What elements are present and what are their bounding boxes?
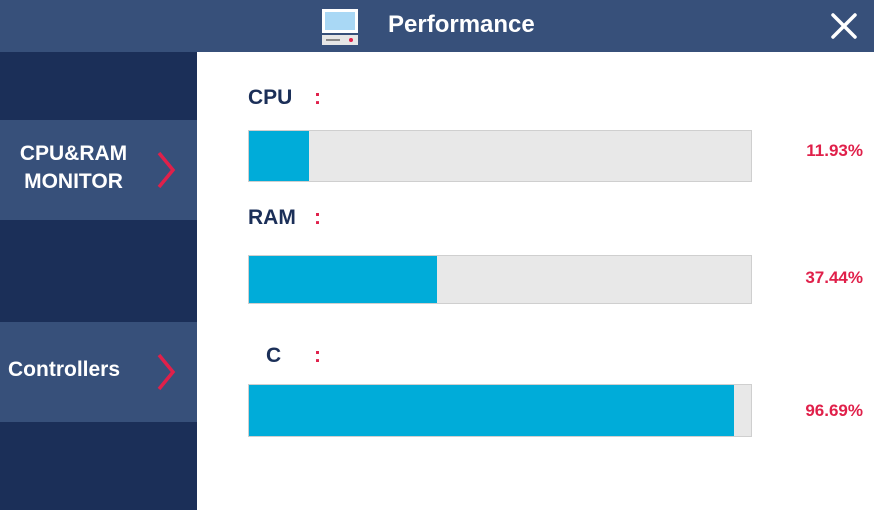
- cpu-progress-bar: [248, 130, 752, 182]
- computer-icon: [322, 9, 358, 45]
- close-icon[interactable]: [828, 10, 860, 42]
- cpu-label: CPU: [248, 86, 293, 109]
- ram-progress-bar: [248, 255, 752, 304]
- drive-c-colon: :: [314, 344, 321, 367]
- drive-c-percent: 96.69%: [805, 401, 863, 420]
- drive-c-label: C: [266, 344, 282, 367]
- sidebar-item-label-line2: MONITOR: [24, 170, 123, 193]
- chevron-right-icon: [157, 353, 176, 391]
- sidebar-item-cpu-ram-monitor[interactable]: CPU&RAM MONITOR: [0, 120, 197, 220]
- ram-label: RAM: [248, 206, 296, 229]
- sidebar-item-label-line1: CPU&RAM: [19, 142, 128, 165]
- title-bar: Performance: [0, 0, 874, 52]
- sidebar-item-controllers[interactable]: Controllers: [0, 322, 197, 422]
- cpu-percent: 11.93%: [806, 141, 863, 160]
- chevron-right-icon: [157, 151, 176, 189]
- cpu-colon: :: [314, 86, 321, 109]
- ram-progress-fill: [249, 256, 437, 303]
- sidebar: CPU&RAM MONITOR Controllers: [0, 52, 197, 510]
- cpu-progress-fill: [249, 131, 309, 181]
- ram-percent: 37.44%: [805, 268, 863, 287]
- sidebar-item-label: CPU&RAM MONITOR: [6, 140, 141, 196]
- drive-c-progress-bar: [248, 384, 752, 437]
- drive-c-progress-fill: [249, 385, 735, 436]
- ram-colon: :: [314, 206, 321, 229]
- window-title: Performance: [388, 11, 535, 38]
- sidebar-item-label: Controllers: [8, 358, 121, 381]
